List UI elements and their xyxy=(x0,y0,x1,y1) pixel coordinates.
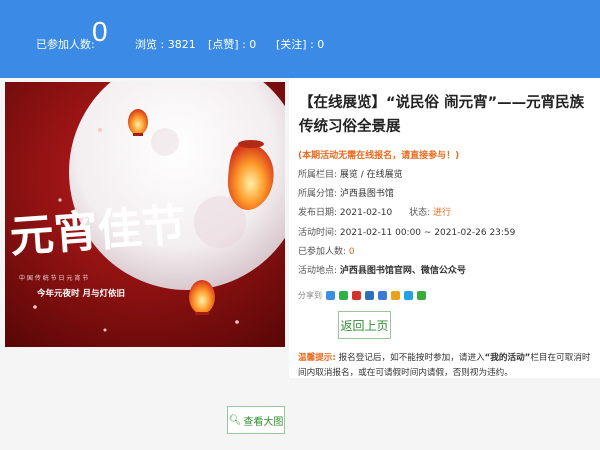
poster-artwork: 元宵佳节 中 国 传 统 节 日 元 宵 节 今年元夜时 月与灯依旧 xyxy=(5,82,285,347)
qq-zone-icon[interactable] xyxy=(365,291,374,300)
poster-tagline: 今年元夜时 月与灯依旧 xyxy=(36,288,125,299)
copy-link-icon[interactable] xyxy=(417,291,426,300)
event-info-panel: 【在线展览】“说民俗 闹元宵”——元宵民族传统习俗全景展 (本期活动无需在线报名… xyxy=(289,78,600,378)
column-row: 所属栏目: 展览 / 在线展览 xyxy=(298,167,403,180)
tip-text-1: 报名登记后，如不能按时参加，请进入 xyxy=(338,353,485,363)
douban-icon[interactable] xyxy=(391,291,400,300)
joined-label: 已参加人数: xyxy=(298,247,347,257)
place-value: 泸西县图书馆官网、微信公众号 xyxy=(339,266,466,276)
publish-label: 发布日期: xyxy=(298,208,338,218)
views-count: 浏览 : 3821 xyxy=(135,38,196,51)
stats-header: 已参加人数: 0 浏览 : 3821 [点赞] : 0 [关注] : 0 xyxy=(0,0,600,78)
weibo-icon[interactable] xyxy=(352,291,361,300)
joined-row: 已参加人数: 0 xyxy=(298,244,355,257)
participants-count: 0 xyxy=(92,16,108,47)
share-label: 分享到 xyxy=(298,291,322,300)
time-value: 2021-02-11 00:00 ~ 2021-02-26 23:59 xyxy=(339,228,516,238)
status-label: 状态: xyxy=(409,208,431,218)
wechat-icon[interactable] xyxy=(339,291,348,300)
branch-row: 所属分馆: 泸西县图书馆 xyxy=(298,186,394,199)
magnifier-icon: 🔍︎ xyxy=(228,414,242,426)
poster-small-line: 中 国 传 统 节 日 元 宵 节 xyxy=(19,274,88,282)
tencent-weibo-icon[interactable] xyxy=(378,291,387,300)
view-large-button[interactable]: 🔍︎ 查看大图 xyxy=(227,406,285,434)
column-value[interactable]: 展览 / 在线展览 xyxy=(340,170,403,180)
tip-label: 温馨提示: xyxy=(298,353,336,363)
event-title: 【在线展览】“说民俗 闹元宵”——元宵民族传统习俗全景展 xyxy=(299,95,585,135)
column-label: 所属栏目: xyxy=(298,170,338,180)
publish-row: 发布日期: 2021-02-10 状态: 进行 xyxy=(298,205,451,218)
place-row: 活动地点: 泸西县图书馆官网、微信公众号 xyxy=(298,263,466,276)
my-activities-link[interactable]: “我的活动” xyxy=(485,353,531,363)
likes-count[interactable]: [点赞] : 0 xyxy=(208,36,256,52)
place-label: 活动地点: xyxy=(298,266,338,276)
share-bar: 分享到 xyxy=(298,290,426,301)
time-row: 活动时间: 2021-02-11 00:00 ~ 2021-02-26 23:5… xyxy=(298,225,515,238)
view-large-label: 查看大图 xyxy=(243,416,284,428)
renren-icon[interactable] xyxy=(404,291,413,300)
share-plus-icon[interactable] xyxy=(326,291,335,300)
registration-notice: (本期活动无需在线报名，请直接参与！) xyxy=(298,151,460,161)
joined-value: 0 xyxy=(348,247,355,257)
back-button[interactable]: 返回上页 xyxy=(338,311,391,339)
follows-count[interactable]: [关注] : 0 xyxy=(276,36,324,52)
time-label: 活动时间: xyxy=(298,228,338,238)
participants-label: 已参加人数: xyxy=(36,38,95,51)
branch-label: 所属分馆: xyxy=(298,189,338,199)
branch-value: 泸西县图书馆 xyxy=(339,189,394,199)
warm-tip: 温馨提示: 报名登记后，如不能按时参加，请进入“我的活动”栏目在可取消时间内取消… xyxy=(298,351,598,380)
status-value: 进行 xyxy=(433,208,452,218)
event-poster: 元宵佳节 中 国 传 统 节 日 元 宵 节 今年元夜时 月与灯依旧 xyxy=(5,82,285,347)
publish-value: 2021-02-10 xyxy=(339,208,393,218)
